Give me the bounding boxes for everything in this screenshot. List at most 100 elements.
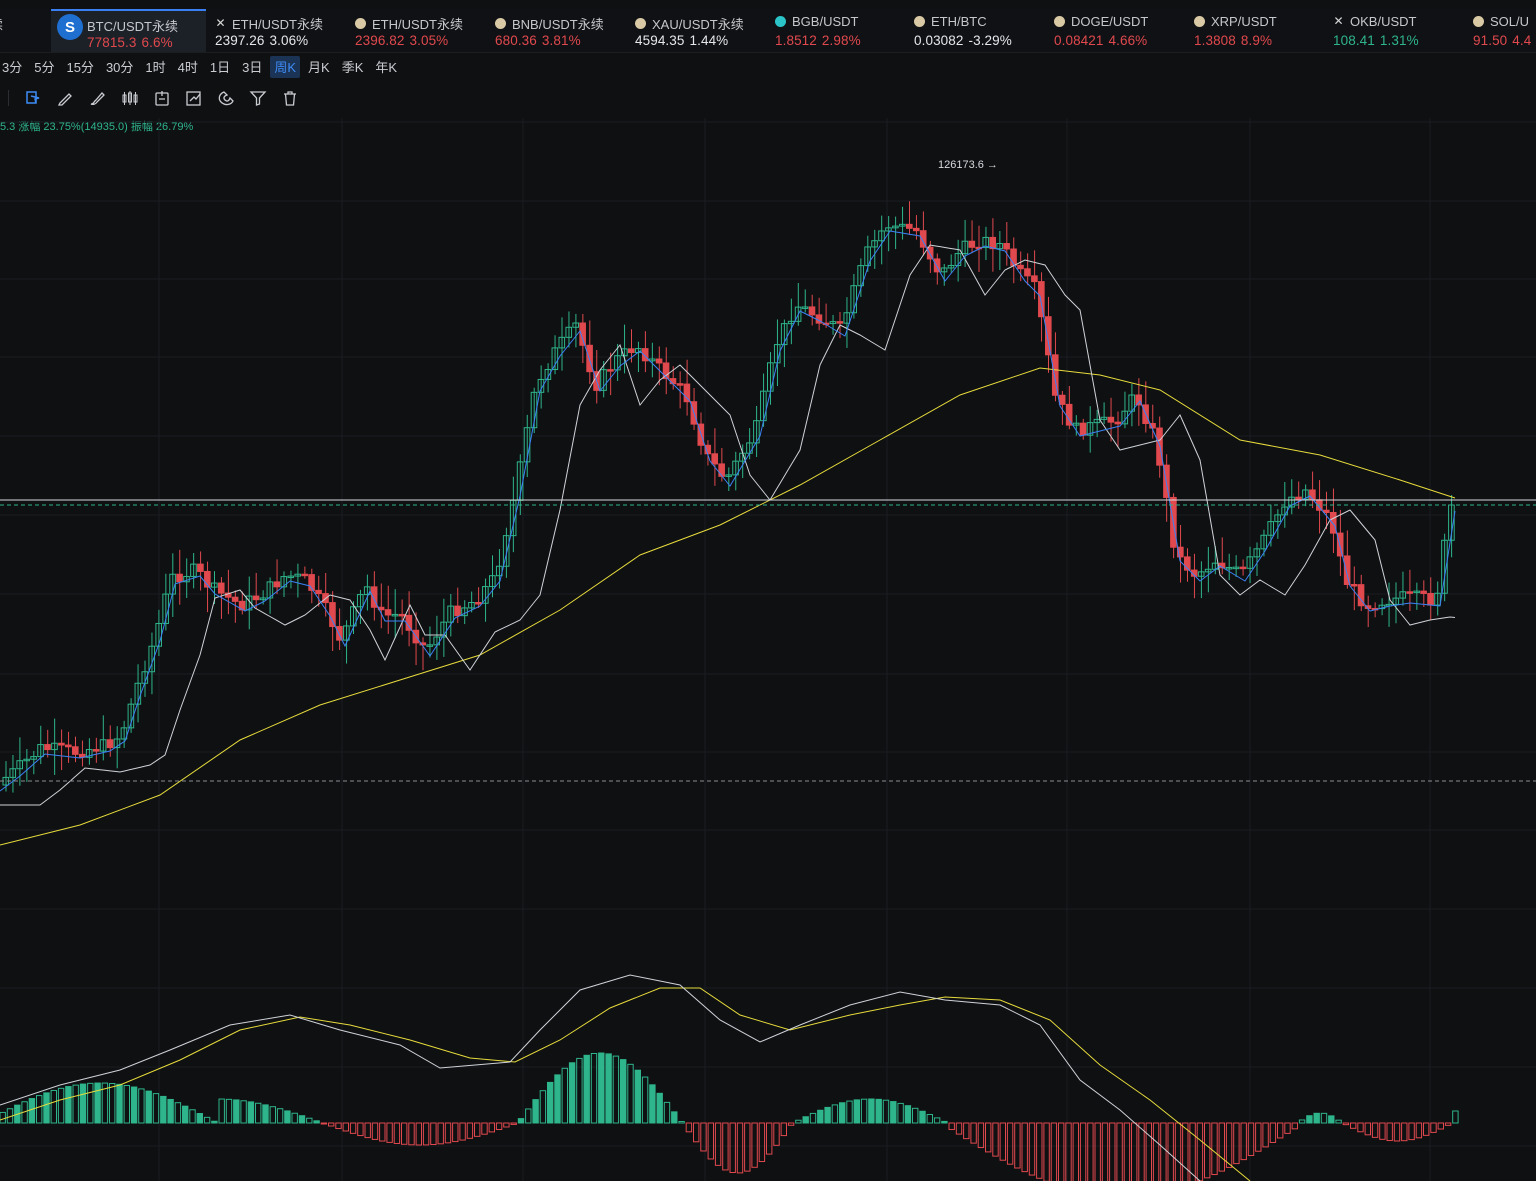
macd-bar bbox=[1211, 1122, 1218, 1176]
macd-bar bbox=[897, 1102, 904, 1124]
macd-bar bbox=[43, 1092, 50, 1124]
macd-bar bbox=[846, 1100, 853, 1124]
macd-bar bbox=[123, 1085, 130, 1124]
macd-bar bbox=[890, 1101, 897, 1124]
candle-body bbox=[315, 589, 322, 595]
macd-bar bbox=[992, 1122, 999, 1157]
candle-body bbox=[217, 582, 225, 594]
macd-bar bbox=[130, 1086, 138, 1124]
candle-body bbox=[662, 362, 670, 380]
macd-bar bbox=[459, 1122, 466, 1141]
macd-bar bbox=[225, 1098, 233, 1124]
macd-bar bbox=[1218, 1122, 1225, 1172]
candle-body bbox=[92, 749, 100, 752]
macd-bar bbox=[1284, 1122, 1291, 1134]
macd-bar bbox=[408, 1122, 415, 1146]
macd-bar bbox=[817, 1109, 824, 1124]
macd-bar bbox=[620, 1059, 627, 1124]
candle-body bbox=[1323, 509, 1330, 514]
macd-bar bbox=[57, 1087, 65, 1124]
macd-bar bbox=[663, 1101, 671, 1124]
macd-bar bbox=[488, 1122, 496, 1133]
macd-bar bbox=[1423, 1122, 1430, 1136]
macd-bar bbox=[152, 1093, 160, 1124]
macd-bar bbox=[919, 1110, 926, 1124]
macd-bar bbox=[481, 1122, 488, 1135]
candle-body bbox=[1336, 532, 1344, 557]
high-price-label: 126173.6 → bbox=[938, 159, 998, 171]
candle-body bbox=[475, 601, 482, 605]
macd-bar bbox=[912, 1107, 919, 1124]
macd-bar bbox=[831, 1104, 839, 1124]
candle-body bbox=[1079, 422, 1087, 436]
candle-body bbox=[1107, 416, 1115, 423]
candle-body bbox=[197, 563, 204, 572]
macd-bar bbox=[444, 1122, 452, 1144]
macd-bar bbox=[583, 1054, 590, 1124]
macd-bar bbox=[999, 1122, 1006, 1161]
macd-bar bbox=[1342, 1122, 1350, 1126]
candle-body bbox=[628, 348, 635, 353]
macd-bar bbox=[349, 1122, 357, 1134]
macd-bar bbox=[1182, 1122, 1189, 1181]
candle-body bbox=[301, 573, 308, 577]
ma-fast-line bbox=[0, 230, 1456, 792]
macd-bar bbox=[948, 1122, 955, 1131]
candle-body bbox=[676, 383, 684, 386]
macd-bar bbox=[276, 1108, 284, 1124]
macd-bar bbox=[1028, 1122, 1036, 1176]
candle-body bbox=[808, 306, 816, 316]
macd-bar bbox=[138, 1088, 145, 1124]
macd-bar bbox=[809, 1112, 817, 1124]
macd-bar bbox=[766, 1122, 773, 1155]
macd-bar bbox=[1196, 1122, 1204, 1181]
candle-body bbox=[273, 581, 281, 588]
macd-bar bbox=[729, 1122, 736, 1173]
macd-bar bbox=[1357, 1122, 1364, 1133]
candle-body bbox=[1343, 555, 1351, 586]
macd-bar bbox=[386, 1122, 393, 1143]
macd-bar bbox=[1408, 1122, 1415, 1141]
macd-bar bbox=[116, 1083, 123, 1124]
macd-bar bbox=[1379, 1122, 1386, 1140]
macd-bar bbox=[1247, 1122, 1255, 1156]
macd-bar bbox=[1262, 1122, 1269, 1148]
macd-bar bbox=[1174, 1122, 1182, 1181]
macd-bar bbox=[320, 1122, 328, 1125]
macd-bar bbox=[568, 1062, 576, 1124]
macd-bar bbox=[612, 1055, 620, 1124]
candle-body bbox=[1156, 427, 1163, 466]
macd-bar bbox=[736, 1122, 744, 1174]
macd-bar bbox=[218, 1098, 225, 1124]
price-chart[interactable]: 126173.6 → bbox=[0, 0, 1536, 1181]
macd-bar bbox=[72, 1084, 79, 1124]
candle-body bbox=[968, 240, 976, 248]
macd-bar bbox=[802, 1116, 809, 1124]
candle-body bbox=[1045, 316, 1052, 356]
candle-body bbox=[711, 453, 719, 465]
macd-bar bbox=[1452, 1110, 1459, 1124]
ma-mid-line bbox=[0, 244, 1456, 806]
macd-bar bbox=[941, 1120, 948, 1124]
macd-bar bbox=[868, 1098, 875, 1124]
candle-body bbox=[1114, 421, 1122, 425]
macd-bar bbox=[145, 1090, 152, 1124]
macd-bar bbox=[422, 1122, 430, 1146]
macd-bar bbox=[977, 1122, 985, 1149]
macd-bar bbox=[554, 1074, 561, 1124]
macd-bar bbox=[1269, 1122, 1277, 1143]
macd-bar bbox=[693, 1122, 700, 1143]
macd-bar bbox=[1021, 1122, 1028, 1173]
macd-bar bbox=[79, 1083, 87, 1124]
macd-bar bbox=[1320, 1112, 1328, 1124]
macd-bar bbox=[1350, 1122, 1357, 1129]
macd-bar bbox=[269, 1106, 277, 1124]
macd-bar bbox=[1072, 1122, 1079, 1181]
macd-bar bbox=[415, 1122, 423, 1146]
macd-bar bbox=[291, 1112, 298, 1124]
macd-bar bbox=[1328, 1115, 1335, 1124]
macd-bar bbox=[211, 1120, 218, 1124]
macd-bar bbox=[233, 1099, 240, 1124]
macd-bar bbox=[1298, 1119, 1306, 1124]
macd-bar bbox=[1109, 1122, 1116, 1181]
